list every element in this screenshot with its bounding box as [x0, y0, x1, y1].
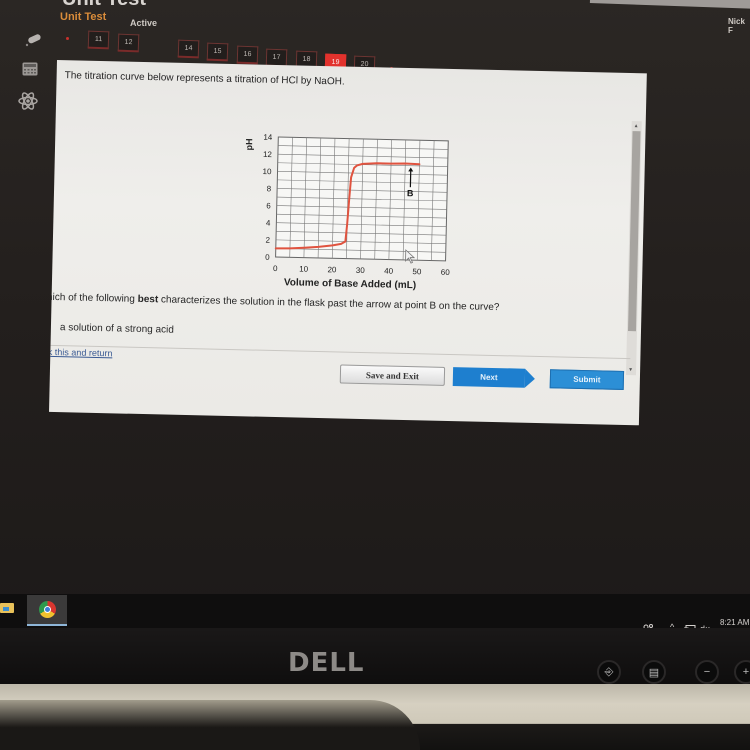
file-explorer-icon[interactable] — [0, 603, 14, 613]
chart-svg: 0 2 4 6 8 10 12 14 0 10 20 30 40 50 60 pH Volume of B… — [244, 133, 450, 291]
question-button-16[interactable]: 16 — [236, 45, 259, 65]
chrome-icon[interactable] — [39, 601, 56, 618]
question-text-emphasis: best — [137, 293, 159, 306]
x-tick-label: 10 — [299, 265, 309, 274]
y-tick-label: 8 — [267, 184, 272, 193]
x-tick-label: 60 — [441, 268, 451, 277]
monitor-stand-base — [0, 700, 420, 750]
taskbar — [0, 594, 750, 628]
next-button[interactable]: Next — [452, 367, 526, 388]
scroll-down-icon[interactable]: ▼ — [628, 367, 633, 373]
y-tick-label: 0 — [265, 253, 270, 262]
save-and-exit-button[interactable]: Save and Exit — [339, 364, 446, 386]
y-tick-label: 12 — [263, 150, 273, 159]
x-tick-label: 30 — [356, 266, 366, 275]
x-tick-labels: 0 10 20 30 40 50 60 — [273, 264, 450, 277]
menu-button-icon[interactable]: ▤ — [642, 660, 666, 684]
chart-grid — [275, 136, 449, 262]
x-axis-label: Volume of Base Added (mL) — [284, 277, 416, 291]
x-tick-label: 40 — [384, 266, 394, 275]
question-button-11[interactable]: 11 — [87, 30, 110, 50]
question-button-12[interactable]: 12 — [117, 33, 140, 53]
question-prompt: The titration curve below represents a t… — [64, 70, 345, 88]
question-button-14[interactable]: 14 — [177, 39, 200, 59]
submit-button[interactable]: Submit — [549, 369, 625, 390]
y-tick-labels: 0 2 4 6 8 10 12 14 — [263, 133, 273, 262]
dell-logo: DELL — [288, 648, 365, 678]
y-axis-label: pH — [244, 138, 254, 150]
next-button-arrow[interactable] — [524, 368, 536, 388]
monitor-bezel — [0, 628, 750, 688]
screen: Unit Test Unit Test Active Nick F 11 12 … — [0, 0, 750, 628]
x-tick-label: 0 — [273, 264, 278, 273]
annotation-label-b: B — [407, 188, 414, 198]
mark-and-return-link[interactable]: Mark this and return — [49, 347, 113, 359]
nav-prev-dot[interactable] — [66, 37, 69, 40]
brightness-down-button-icon[interactable]: − — [695, 660, 719, 684]
atom-icon[interactable] — [17, 91, 39, 116]
x-tick-label: 50 — [412, 267, 422, 276]
y-tick-label: 2 — [265, 236, 270, 245]
clock-time[interactable]: 8:21 AM — [720, 618, 749, 627]
y-tick-label: 10 — [263, 167, 273, 176]
y-tick-label: 4 — [266, 218, 271, 227]
answer-option-1[interactable]: a solution of a strong acid — [49, 322, 174, 336]
answer-option-label: a solution of a strong acid — [59, 322, 174, 336]
y-tick-label: 14 — [263, 133, 273, 142]
question-text-part: Which of the following — [49, 291, 135, 305]
y-tick-label: 6 — [266, 201, 271, 210]
titration-chart: 0 2 4 6 8 10 12 14 0 10 20 30 40 50 60 pH Volume of B… — [227, 126, 461, 306]
input-source-button-icon[interactable]: ⎆ — [597, 660, 621, 684]
footer-divider — [49, 344, 631, 360]
scroll-up-icon[interactable]: ▲ — [634, 123, 639, 129]
question-button-15[interactable]: 15 — [206, 42, 229, 62]
question-panel: The titration curve below represents a t… — [49, 60, 647, 426]
x-tick-label: 20 — [327, 265, 337, 274]
